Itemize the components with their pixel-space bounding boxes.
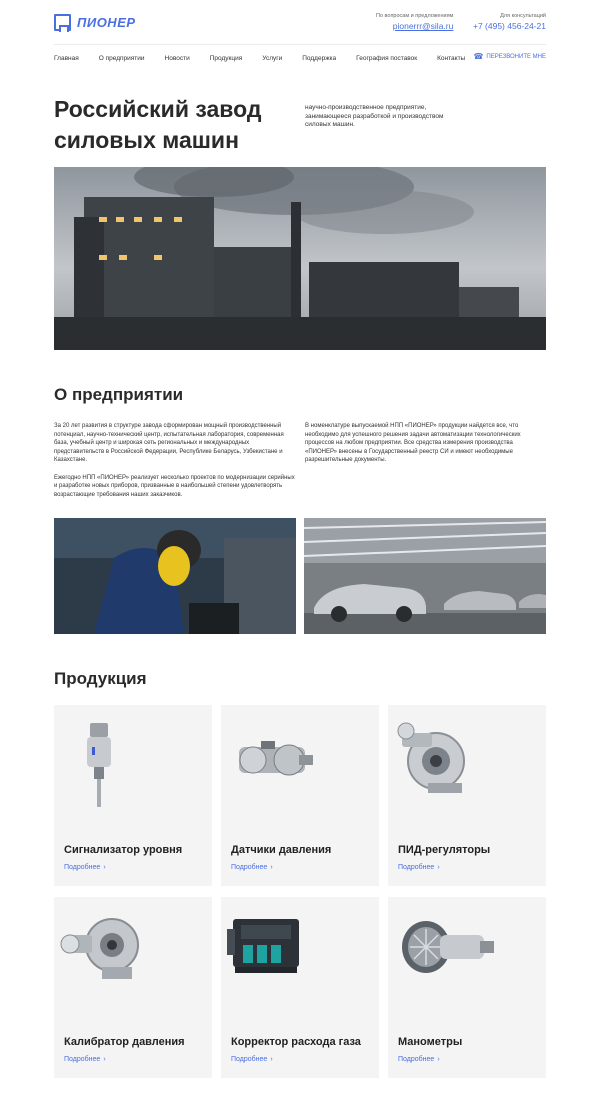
main-nav: Главная О предприятии Новости Продукция … bbox=[54, 52, 546, 64]
pressure-calibrator-image bbox=[54, 905, 212, 1000]
about-left-column: За 20 лет развития в структуре завода сф… bbox=[54, 422, 298, 499]
nav-item-support[interactable]: Поддержка bbox=[302, 55, 336, 62]
more-link[interactable]: Подробнее › bbox=[64, 1056, 106, 1063]
chevron-right-icon: › bbox=[103, 1056, 106, 1063]
product-name: Сигнализатор уровня bbox=[64, 844, 183, 856]
more-link[interactable]: Подробнее › bbox=[398, 1056, 440, 1063]
callback-label: ПЕРЕЗВОНИТЕ МНЕ bbox=[486, 53, 546, 60]
hero-description: научно-производственное предприятие, зан… bbox=[305, 104, 444, 128]
nav-item-contacts[interactable]: Контакты bbox=[437, 55, 465, 62]
products-title: Продукция bbox=[54, 669, 147, 688]
more-link-label: Подробнее bbox=[398, 864, 435, 871]
pid-controllers-image bbox=[388, 713, 546, 808]
hero-title: Российский завод силовых машин bbox=[54, 96, 262, 153]
more-link-label: Подробнее bbox=[231, 864, 268, 871]
about-right-column: В номенклатуре выпускаемой НПП «ПИОНЕР» … bbox=[305, 422, 541, 465]
product-name: Датчики давления bbox=[231, 844, 332, 856]
nav-item-news[interactable]: Новости bbox=[165, 55, 190, 62]
chevron-right-icon: › bbox=[270, 864, 273, 871]
manometers-image bbox=[388, 905, 546, 1000]
logo[interactable]: ПИОНЕР bbox=[54, 14, 136, 32]
nav-item-geography[interactable]: География поставок bbox=[356, 55, 417, 62]
more-link-label: Подробнее bbox=[64, 1056, 101, 1063]
product-name: ПИД-регуляторы bbox=[398, 844, 491, 856]
chevron-right-icon: › bbox=[270, 1056, 273, 1063]
product-card-level-switch[interactable]: Сигнализатор уровня Подробнее › bbox=[54, 705, 212, 886]
product-name: Манометры bbox=[398, 1036, 463, 1048]
email-caption: По вопросам и предложениям bbox=[376, 13, 454, 19]
hero-factory-image bbox=[54, 167, 546, 350]
product-card-gas-flow-corrector[interactable]: Корректор расхода газа Подробнее › bbox=[221, 897, 379, 1078]
header-divider bbox=[54, 44, 546, 45]
phone-icon: ☎ bbox=[473, 52, 484, 61]
logo-icon bbox=[54, 14, 71, 32]
about-paragraph-3: В номенклатуре выпускаемой НПП «ПИОНЕР» … bbox=[305, 423, 521, 464]
site-header: ПИОНЕР По вопросам и предложениям pioner… bbox=[54, 12, 546, 34]
more-link-label: Подробнее bbox=[398, 1056, 435, 1063]
more-link-label: Подробнее bbox=[64, 864, 101, 871]
more-link[interactable]: Подробнее › bbox=[231, 864, 273, 871]
more-link[interactable]: Подробнее › bbox=[398, 864, 440, 871]
level-switch-image bbox=[54, 713, 212, 808]
email-contact: По вопросам и предложениям pionerrr@sila… bbox=[376, 13, 453, 31]
nav-item-services[interactable]: Услуги bbox=[262, 55, 282, 62]
more-link-label: Подробнее bbox=[231, 1056, 268, 1063]
email-link[interactable]: pionerrr@sila.ru bbox=[376, 21, 454, 31]
assembly-line-image bbox=[304, 518, 546, 634]
pressure-sensors-image bbox=[221, 713, 379, 808]
product-card-pressure-sensors[interactable]: Датчики давления Подробнее › bbox=[221, 705, 379, 886]
product-name: Корректор расхода газа bbox=[231, 1036, 361, 1048]
about-title: О предприятии bbox=[54, 385, 184, 404]
product-card-pid-controllers[interactable]: ПИД-регуляторы Подробнее › bbox=[388, 705, 546, 886]
phone-contact: Для консультаций +7 (495) 456-24-21 bbox=[473, 13, 546, 31]
chevron-right-icon: › bbox=[437, 1056, 440, 1063]
callback-button[interactable]: ☎ ПЕРЕЗВОНИТЕ МНЕ bbox=[473, 52, 546, 61]
product-name: Калибратор давления bbox=[64, 1036, 185, 1048]
gas-flow-corrector-image bbox=[221, 905, 379, 1000]
about-paragraph-2: Ежегодно НПП «ПИОНЕР» реализует нескольк… bbox=[54, 474, 295, 498]
product-card-pressure-calibrator[interactable]: Калибратор давления Подробнее › bbox=[54, 897, 212, 1078]
nav-item-about[interactable]: О предприятии bbox=[99, 55, 145, 62]
more-link[interactable]: Подробнее › bbox=[231, 1056, 273, 1063]
chevron-right-icon: › bbox=[437, 864, 440, 871]
welder-image bbox=[54, 518, 296, 634]
about-paragraph-1: За 20 лет развития в структуре завода сф… bbox=[54, 423, 284, 464]
chevron-right-icon: › bbox=[103, 864, 106, 871]
product-card-manometers[interactable]: Манометры Подробнее › bbox=[388, 897, 546, 1078]
more-link[interactable]: Подробнее › bbox=[64, 864, 106, 871]
phone-link[interactable]: +7 (495) 456-24-21 bbox=[473, 21, 546, 31]
logo-text: ПИОНЕР bbox=[77, 15, 136, 30]
phone-caption: Для консультаций bbox=[500, 13, 546, 19]
nav-item-products[interactable]: Продукция bbox=[210, 55, 243, 62]
nav-item-home[interactable]: Главная bbox=[54, 55, 79, 62]
